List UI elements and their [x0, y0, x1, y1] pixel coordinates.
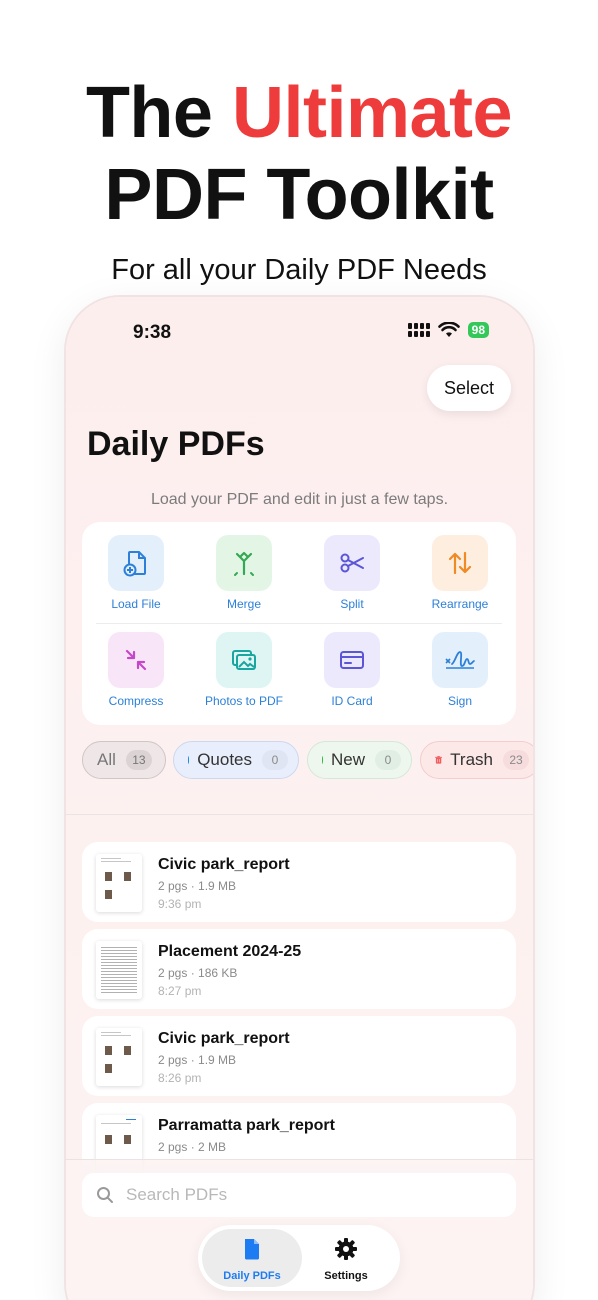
trash-icon: [435, 755, 443, 764]
file-name: Placement 2024-25: [158, 943, 302, 960]
tools-grid: Load File Merge Split Rearrange Compress…: [82, 522, 516, 725]
file-meta: 2 pgs · 1.9 MB: [158, 1053, 237, 1067]
chip-label: All: [97, 750, 116, 769]
headline-word: The: [85, 73, 213, 153]
file-row[interactable]: Civic park_report 2 pgs · 1.9 MB 8:26 pm: [82, 1016, 516, 1096]
file-name: Civic park_report: [158, 1030, 290, 1047]
page-subtitle: Load your PDF and edit in just a few tap…: [150, 491, 449, 508]
document-icon: [245, 1239, 259, 1260]
file-name: Civic park_report: [158, 856, 290, 873]
tool-rearrange[interactable]: Rearrange: [406, 535, 514, 611]
photos-icon: [216, 632, 272, 688]
file-meta: 2 pgs · 186 KB: [158, 966, 238, 980]
chip-count: 23: [503, 750, 529, 770]
pdf-thumbnail: [96, 1028, 142, 1086]
chip-label: New: [330, 750, 365, 769]
cellular-signal-icon: [407, 323, 430, 337]
file-row[interactable]: Placement 2024-25 2 pgs · 186 KB 8:27 pm: [82, 929, 516, 1009]
page-title: Daily PDFs: [87, 425, 265, 463]
file-time: 8:27 pm: [158, 984, 202, 998]
select-button[interactable]: Select: [427, 365, 511, 411]
headline-accent: Ultimate: [231, 73, 513, 153]
status-icons: 98: [407, 322, 489, 338]
pdf-thumbnail: [96, 854, 142, 912]
tool-label: Rearrange: [431, 597, 489, 611]
chip-label: Quotes: [197, 750, 252, 769]
tool-label: Sign: [447, 694, 473, 708]
filter-chip-all[interactable]: All 13: [82, 741, 166, 779]
tool-label: Split: [340, 597, 364, 611]
promo-headline: The Ultimate PDF Toolkit: [0, 72, 598, 236]
search-icon: [97, 1187, 113, 1203]
tool-photos-to-pdf[interactable]: Photos to PDF: [190, 632, 298, 708]
chip-count: 13: [125, 750, 152, 770]
tab-label: Settings: [324, 1270, 368, 1282]
tab-daily-pdfs[interactable]: Daily PDFs: [202, 1229, 302, 1287]
tab-bar: Daily PDFs Settings: [198, 1225, 400, 1291]
phone-screen: 9:38 98 Select Daily PDFs Load your PDF …: [66, 297, 533, 1300]
filter-chip-new[interactable]: New 0: [307, 741, 412, 779]
scissors-icon: [324, 535, 380, 591]
status-time: 9:38: [133, 322, 172, 343]
quotes-dot-icon: [188, 756, 190, 764]
tools-divider: [96, 623, 502, 624]
tool-sign[interactable]: Sign: [406, 632, 514, 708]
pdf-thumbnail: [96, 941, 142, 999]
battery-indicator: 98: [467, 322, 489, 338]
search-input[interactable]: [126, 1185, 486, 1205]
filter-chip-quotes[interactable]: Quotes 0: [173, 741, 299, 779]
chip-count: 0: [262, 750, 288, 770]
file-row[interactable]: Civic park_report 2 pgs · 1.9 MB 9:36 pm: [82, 842, 516, 922]
tool-split[interactable]: Split: [298, 535, 406, 611]
merge-icon: [216, 535, 272, 591]
promo-tagline: For all your Daily PDF Needs: [111, 254, 487, 286]
app-promo-screen: The Ultimate PDF Toolkit For all your Da…: [0, 0, 598, 1300]
tool-label: Photos to PDF: [204, 694, 284, 708]
tool-label: ID Card: [331, 694, 373, 708]
new-dot-icon: [322, 756, 323, 764]
file-time: 9:36 pm: [158, 897, 202, 911]
tool-label: Load File: [111, 597, 161, 611]
compress-icon: [108, 632, 164, 688]
tool-id-card[interactable]: ID Card: [298, 632, 406, 708]
signature-icon: [432, 632, 488, 688]
file-meta: 2 pgs · 1.9 MB: [158, 879, 237, 893]
load-file-icon: [108, 535, 164, 591]
search-bar[interactable]: [82, 1173, 516, 1217]
tool-compress[interactable]: Compress: [82, 632, 190, 708]
wifi-icon: [437, 322, 460, 337]
file-meta: 2 pgs · 2 MB: [158, 1140, 227, 1154]
tab-label: Daily PDFs: [223, 1270, 281, 1282]
chip-label: Trash: [450, 750, 493, 769]
tool-label: Merge: [226, 597, 261, 611]
rearrange-icon: [432, 535, 488, 591]
filter-chip-trash[interactable]: Trash 23: [420, 741, 533, 779]
tab-settings[interactable]: Settings: [296, 1229, 396, 1287]
headline-line2: PDF Toolkit: [104, 155, 494, 235]
tool-load-file[interactable]: Load File: [82, 535, 190, 611]
file-time: 8:26 pm: [158, 1071, 202, 1085]
id-card-icon: [324, 632, 380, 688]
file-name: Parramatta park_report: [158, 1117, 335, 1134]
tool-label: Compress: [108, 694, 164, 708]
chip-count: 0: [375, 750, 401, 770]
tool-merge[interactable]: Merge: [190, 535, 298, 611]
section-divider: [66, 814, 533, 815]
gear-icon: [335, 1238, 357, 1260]
